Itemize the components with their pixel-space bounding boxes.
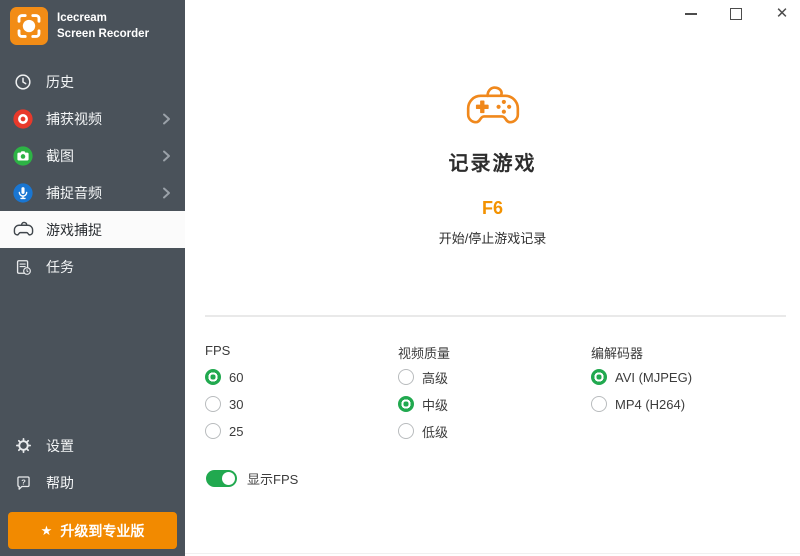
close-button[interactable]: ✕	[767, 0, 797, 27]
radio-label: 高级	[422, 368, 448, 387]
chevron-right-icon	[162, 186, 171, 199]
radio-icon	[398, 369, 414, 385]
star-icon: ★	[41, 523, 53, 539]
show-fps-toggle-row[interactable]: 显示FPS	[206, 469, 298, 488]
chevron-right-icon	[162, 112, 171, 125]
toggle-label: 显示FPS	[247, 469, 298, 488]
maximize-icon	[730, 8, 742, 20]
close-icon: ✕	[776, 6, 789, 21]
clock-icon	[12, 71, 34, 93]
app-logo: Icecream Screen Recorder	[10, 7, 149, 45]
sidebar-item-screenshot[interactable]: 截图	[0, 137, 185, 174]
svg-text:?: ?	[21, 478, 26, 487]
quality-option-high[interactable]: 高级	[398, 369, 448, 385]
sidebar-item-label: 帮助	[46, 473, 74, 493]
record-icon	[12, 108, 34, 130]
radio-icon	[205, 396, 221, 412]
sidebar-item-label: 截图	[46, 146, 74, 166]
upgrade-button-label: 升级到专业版	[60, 521, 144, 541]
sidebar-item-game-capture[interactable]: 游戏捕捉	[0, 211, 185, 248]
section-divider	[205, 315, 786, 317]
radio-selected-icon	[398, 396, 414, 412]
minimize-button[interactable]	[676, 0, 706, 27]
app-title: Icecream Screen Recorder	[57, 7, 149, 42]
radio-label: 60	[229, 370, 243, 385]
sidebar-item-label: 历史	[46, 72, 74, 92]
app-window: Icecream Screen Recorder 历史	[0, 0, 800, 556]
radio-icon	[205, 423, 221, 439]
radio-icon	[591, 396, 607, 412]
radio-selected-icon	[591, 369, 607, 385]
radio-icon	[398, 423, 414, 439]
bottom-divider	[185, 553, 800, 554]
sidebar-item-label: 捕捉音频	[46, 183, 102, 203]
codec-option-mp4[interactable]: MP4 (H264)	[591, 396, 685, 412]
help-icon: ?	[12, 472, 34, 494]
quality-group-label: 视频质量	[398, 343, 450, 362]
hotkey-label: F6	[185, 198, 800, 219]
sidebar-item-tasks[interactable]: 任务	[0, 248, 185, 285]
panel-title: 记录游戏	[185, 147, 800, 176]
gear-icon	[12, 435, 34, 457]
radio-selected-icon	[205, 369, 221, 385]
fps-option-60[interactable]: 60	[205, 369, 243, 385]
radio-label: 25	[229, 424, 243, 439]
chevron-right-icon	[162, 149, 171, 162]
toggle-on-icon[interactable]	[206, 470, 237, 487]
sidebar-item-label: 捕获视频	[46, 109, 102, 129]
fps-group-label: FPS	[205, 343, 230, 358]
sidebar-item-settings[interactable]: 设置	[0, 427, 185, 464]
radio-label: 30	[229, 397, 243, 412]
radio-label: MP4 (H264)	[615, 397, 685, 412]
sidebar-item-label: 游戏捕捉	[46, 220, 102, 240]
sidebar-item-label: 任务	[46, 257, 74, 277]
hotkey-hint: 开始/停止游戏记录	[185, 228, 800, 247]
microphone-icon	[12, 182, 34, 204]
quality-option-medium[interactable]: 中级	[398, 396, 448, 412]
codec-group-label: 编解码器	[591, 343, 643, 362]
camera-icon	[12, 145, 34, 167]
sidebar-item-capture-audio[interactable]: 捕捉音频	[0, 174, 185, 211]
codec-option-avi[interactable]: AVI (MJPEG)	[591, 369, 692, 385]
app-logo-icon	[10, 7, 48, 45]
sidebar-item-history[interactable]: 历史	[0, 63, 185, 100]
fps-option-30[interactable]: 30	[205, 396, 243, 412]
toggle-knob	[222, 472, 235, 485]
radio-label: AVI (MJPEG)	[615, 370, 692, 385]
upgrade-to-pro-button[interactable]: ★ 升级到专业版	[8, 512, 177, 549]
radio-label: 中级	[422, 395, 448, 414]
quality-option-low[interactable]: 低级	[398, 423, 448, 439]
radio-label: 低级	[422, 422, 448, 441]
gamepad-icon	[12, 219, 34, 241]
sidebar-item-capture-video[interactable]: 捕获视频	[0, 100, 185, 137]
gamepad-icon	[463, 85, 522, 135]
sidebar-item-help[interactable]: ? 帮助	[0, 464, 185, 501]
sidebar-item-label: 设置	[46, 436, 74, 456]
sidebar: Icecream Screen Recorder 历史	[0, 0, 185, 556]
maximize-button[interactable]	[721, 0, 751, 27]
fps-option-25[interactable]: 25	[205, 423, 243, 439]
minimize-icon	[685, 13, 697, 15]
tasks-icon	[12, 256, 34, 278]
